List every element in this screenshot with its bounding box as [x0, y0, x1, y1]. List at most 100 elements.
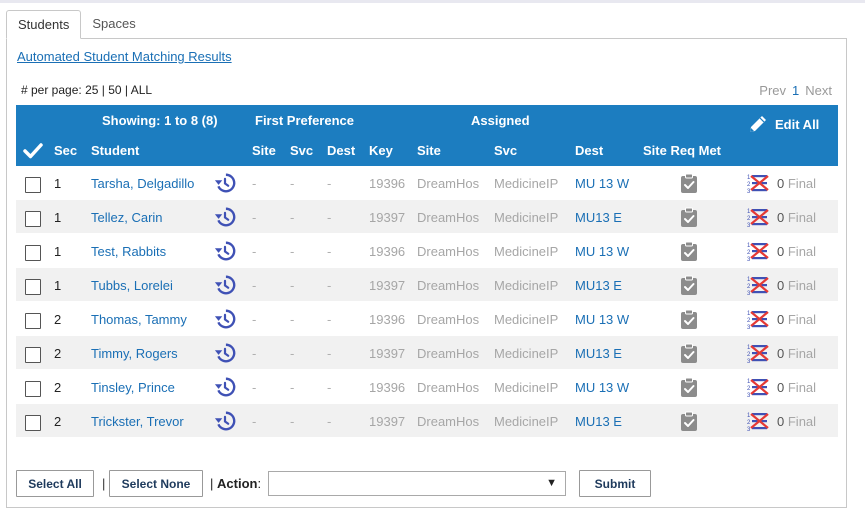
- row-key: 19396: [369, 380, 406, 395]
- svg-text:1: 1: [747, 175, 751, 181]
- action-select[interactable]: ▼: [268, 471, 566, 496]
- student-name-link[interactable]: Tellez, Carin: [91, 210, 163, 225]
- ranking-button[interactable]: 123: [747, 342, 769, 367]
- site-req-met-button[interactable]: [680, 377, 698, 401]
- edit-all-button[interactable]: Edit All: [747, 113, 819, 135]
- row-checkbox[interactable]: [25, 177, 41, 193]
- student-name-link[interactable]: Tarsha, Delgadillo: [91, 176, 194, 191]
- col-sec[interactable]: Sec: [54, 143, 77, 158]
- row-sec: 2: [54, 380, 62, 395]
- history-button[interactable]: [214, 172, 236, 197]
- select-none-button[interactable]: Select None: [109, 470, 203, 497]
- row-checkbox[interactable]: [25, 245, 41, 261]
- ranking-button[interactable]: 123: [747, 274, 769, 299]
- row-dest-link[interactable]: MU 13 W: [575, 312, 629, 327]
- pager-current[interactable]: 1: [792, 83, 799, 98]
- ranking-button[interactable]: 123: [747, 410, 769, 435]
- history-button[interactable]: [214, 376, 236, 401]
- svg-text:2: 2: [747, 250, 751, 256]
- ranking-button[interactable]: 123: [747, 308, 769, 333]
- ranking-cross-icon: 123: [747, 311, 769, 331]
- final-count: 0: [777, 244, 785, 259]
- final-status: 0 Final: [777, 346, 816, 361]
- row-key: 19396: [369, 176, 406, 191]
- row-checkbox[interactable]: [25, 211, 41, 227]
- history-button[interactable]: [214, 206, 236, 231]
- clipboard-check-icon: [681, 207, 697, 227]
- tab-spaces[interactable]: Spaces: [81, 10, 146, 39]
- history-button[interactable]: [214, 342, 236, 367]
- ranking-button[interactable]: 123: [747, 240, 769, 265]
- edit-all-label: Edit All: [775, 116, 820, 132]
- row-checkbox[interactable]: [25, 313, 41, 329]
- history-button[interactable]: [214, 410, 236, 435]
- check-all-icon[interactable]: [23, 141, 43, 161]
- tab-students[interactable]: Students: [6, 10, 82, 39]
- row-checkbox[interactable]: [25, 415, 41, 431]
- row-dest-link[interactable]: MU13 E: [575, 346, 622, 361]
- col-student[interactable]: Student: [91, 143, 139, 158]
- site-req-met-button[interactable]: [680, 309, 698, 333]
- per-page-50[interactable]: 50: [108, 83, 121, 97]
- history-icon: [214, 275, 236, 295]
- site-req-met-button[interactable]: [680, 275, 698, 299]
- site-req-met-button[interactable]: [680, 241, 698, 265]
- select-all-button[interactable]: Select All: [16, 470, 94, 497]
- clipboard-check-icon: [681, 173, 697, 193]
- row-svc: MedicineIP: [494, 312, 559, 327]
- ranking-button[interactable]: 123: [747, 376, 769, 401]
- row-dest-link[interactable]: MU 13 W: [575, 244, 629, 259]
- row-dest-link[interactable]: MU 13 W: [575, 176, 629, 191]
- svg-text:3: 3: [747, 189, 751, 194]
- clipboard-check-icon: [681, 377, 697, 397]
- col-site-req-met[interactable]: Site Req Met: [643, 143, 721, 158]
- pager: Prev 1 Next: [759, 83, 832, 98]
- student-name-link[interactable]: Thomas, Tammy: [91, 312, 187, 327]
- history-button[interactable]: [214, 274, 236, 299]
- per-page-25[interactable]: 25: [85, 83, 98, 97]
- row-dest-link[interactable]: MU13 E: [575, 278, 622, 293]
- pager-next[interactable]: Next: [805, 83, 832, 98]
- action-label: | Action:: [210, 476, 261, 491]
- student-name-link[interactable]: Tubbs, Lorelei: [91, 278, 173, 293]
- final-label: Final: [787, 312, 817, 327]
- student-name-link[interactable]: Timmy, Rogers: [91, 346, 178, 361]
- history-button[interactable]: [214, 240, 236, 265]
- ranking-button[interactable]: 123: [747, 206, 769, 231]
- col-key[interactable]: Key: [369, 143, 393, 158]
- ranking-cross-icon: 123: [747, 243, 769, 263]
- student-name-link[interactable]: Test, Rabbits: [91, 244, 166, 259]
- col-dest[interactable]: Dest: [575, 143, 603, 158]
- row-sec: 2: [54, 414, 62, 429]
- site-req-met-button[interactable]: [680, 411, 698, 435]
- dropdown-arrow-icon: ▼: [546, 477, 557, 489]
- ranking-button[interactable]: 123: [747, 172, 769, 197]
- history-icon: [214, 309, 236, 329]
- submit-button[interactable]: Submit: [579, 470, 651, 497]
- final-status: 0 Final: [777, 414, 816, 429]
- row-dest-link[interactable]: MU13 E: [575, 414, 622, 429]
- row-checkbox[interactable]: [25, 279, 41, 295]
- site-req-met-button[interactable]: [680, 207, 698, 231]
- pager-prev[interactable]: Prev: [759, 83, 786, 98]
- student-name-link[interactable]: Trickster, Trevor: [91, 414, 184, 429]
- automated-matching-results-link[interactable]: Automated Student Matching Results: [17, 49, 232, 64]
- pref-dest-value: -: [327, 244, 332, 259]
- student-name-link[interactable]: Tinsley, Prince: [91, 380, 175, 395]
- row-dest-link[interactable]: MU13 E: [575, 210, 622, 225]
- svg-text:3: 3: [747, 359, 751, 364]
- site-req-met-button[interactable]: [680, 343, 698, 367]
- first-preference-header: First Preference: [255, 113, 354, 128]
- row-svc: MedicineIP: [494, 176, 559, 191]
- row-site: DreamHos: [417, 210, 480, 225]
- col-site[interactable]: Site: [417, 143, 441, 158]
- site-req-met-button[interactable]: [680, 173, 698, 197]
- pref-svc-value: -: [290, 244, 295, 259]
- per-page-all[interactable]: ALL: [131, 83, 152, 97]
- row-svc: MedicineIP: [494, 278, 559, 293]
- history-button[interactable]: [214, 308, 236, 333]
- row-checkbox[interactable]: [25, 381, 41, 397]
- row-dest-link[interactable]: MU 13 W: [575, 380, 629, 395]
- col-svc[interactable]: Svc: [494, 143, 517, 158]
- row-checkbox[interactable]: [25, 347, 41, 363]
